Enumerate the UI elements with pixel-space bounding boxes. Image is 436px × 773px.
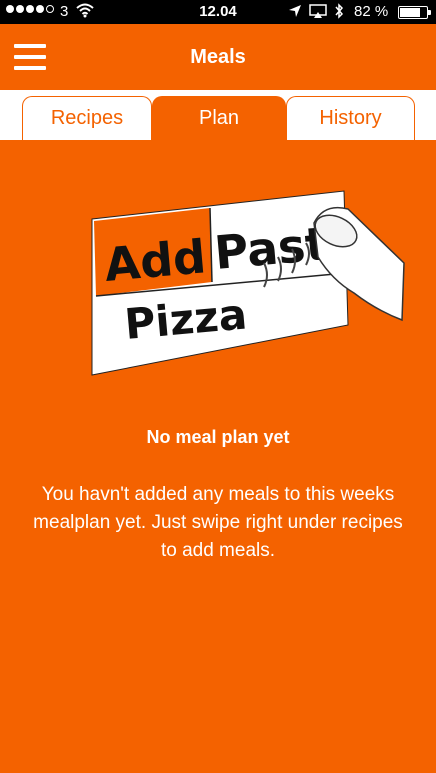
tab-plan[interactable]: Plan bbox=[152, 96, 286, 140]
navigation-bar: Meals bbox=[0, 24, 436, 90]
screen-mirroring-icon bbox=[309, 4, 327, 23]
illustration-word-add: Add bbox=[102, 229, 208, 292]
tab-bar: Recipes Plan History bbox=[0, 90, 436, 140]
empty-state-title: No meal plan yet bbox=[146, 427, 290, 447]
battery-icon bbox=[398, 6, 431, 19]
location-arrow-icon bbox=[288, 4, 302, 22]
battery-percentage: 82 % bbox=[354, 3, 389, 20]
tab-recipes[interactable]: Recipes bbox=[22, 96, 152, 140]
page-title: Meals bbox=[190, 46, 246, 68]
empty-state-message: You havn't added any meals to this weeks… bbox=[33, 484, 403, 561]
status-bar: 3 12.04 82 % bbox=[0, 0, 436, 24]
tab-history[interactable]: History bbox=[286, 96, 415, 140]
bluetooth-icon bbox=[334, 3, 344, 23]
illustration-word-past: Past bbox=[212, 216, 329, 280]
add-paste-pizza-illustration: Add Past Pizza bbox=[86, 185, 406, 380]
